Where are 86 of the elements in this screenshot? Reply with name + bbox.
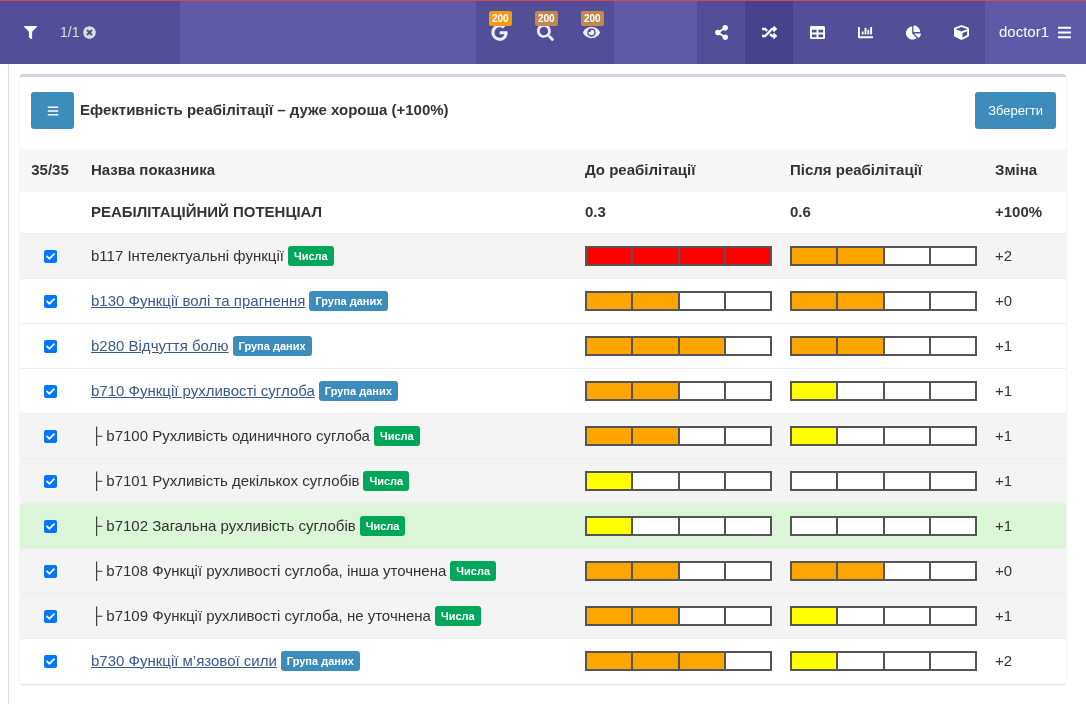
indicator-name: b7109 Функції рухливості суглоба, не уточнена — [106, 605, 431, 626]
share-icon — [713, 25, 729, 40]
change-value: +1 — [995, 470, 1013, 491]
checkbox[interactable] — [43, 654, 57, 668]
indicator-link[interactable]: b130 Функції волі та прагнення — [91, 289, 306, 313]
table-row[interactable]: ├ b7100 Рухливість одиничного суглоба Числа +1 — [20, 413, 1066, 458]
type-tag: Група даних — [280, 650, 360, 672]
tree-connector: ├ — [91, 605, 103, 628]
pie-chart-icon — [905, 25, 921, 40]
type-tag: Числа — [450, 560, 497, 582]
indicator-link[interactable]: b730 Функції м’язової сили — [91, 649, 277, 673]
tree-connector: ├ — [91, 560, 103, 583]
type-tag: Числа — [287, 245, 334, 267]
checkbox[interactable] — [43, 384, 57, 398]
count-badge: 200 — [581, 11, 604, 26]
table-row[interactable]: ├ b7108 Функції рухливості суглоба, інша уточнена Числа +0 — [20, 548, 1066, 593]
type-tag: Група даних — [232, 335, 312, 357]
save-button[interactable]: Зберегти — [975, 92, 1056, 129]
filter-count-button[interactable]: 1/1 — [60, 22, 97, 43]
checkbox[interactable] — [43, 564, 57, 578]
table-row[interactable]: ├ b7102 Загальна рухливість суглобів Числа +1 — [20, 503, 1066, 548]
checkbox[interactable] — [43, 249, 57, 263]
view-button[interactable] — [745, 1, 793, 64]
indicator-link[interactable]: b280 Відчуття болю — [91, 334, 229, 358]
clear-icon — [83, 26, 97, 39]
card-title: Ефективність реабілітації – дуже хороша (+100%) — [80, 100, 449, 120]
table-row[interactable]: b730 Функції м’язової сили Група даних +2 — [20, 638, 1066, 683]
change-value: +0 — [995, 560, 1013, 581]
change-value: +1 — [995, 425, 1013, 446]
type-tag: Група даних — [309, 290, 389, 312]
change-value: +0 — [995, 290, 1013, 311]
type-tag: Числа — [373, 425, 420, 447]
menu-button[interactable] — [31, 92, 74, 129]
table-row[interactable]: b117 Інтелектуальні функції Числа +2 — [20, 233, 1066, 278]
google-icon — [490, 24, 508, 41]
indicator-name: b7101 Рухливість декількох суглобів — [106, 470, 360, 491]
indicator-link[interactable]: b710 Функції рухливості суглоба — [91, 379, 315, 403]
menu-icon — [46, 104, 59, 117]
table-row[interactable]: ├ b7109 Функції рухливості суглоба, не уточнена Числа +1 — [20, 593, 1066, 638]
change-value: +1 — [995, 380, 1013, 401]
column-header: Назва показника — [90, 160, 217, 181]
table-row[interactable]: b280 Відчуття болю Група даних +1 — [20, 323, 1066, 368]
table-row[interactable]: ├ b7101 Рухливість декількох суглобів Числа +1 — [20, 458, 1066, 503]
indicator-name: b7108 Функції рухливості суглоба, інша уточнена — [106, 560, 447, 581]
shuffle-icon — [761, 25, 777, 40]
filter-icon — [23, 26, 37, 39]
column-header: Після реабілітації — [790, 160, 924, 181]
count-badge: 200 — [489, 11, 512, 26]
checkbox[interactable] — [43, 474, 57, 488]
checkbox[interactable] — [43, 429, 57, 443]
type-tag: Група даних — [318, 380, 398, 402]
table-row[interactable]: b130 Функції волі та прагнення Група даних +0 — [20, 278, 1066, 323]
indicator-name: b7100 Рухливість одиничного суглоба — [106, 425, 370, 446]
checkbox[interactable] — [43, 519, 57, 533]
summary-name: РЕАБІЛІТАЦІЙНИЙ ПОТЕНЦІАЛ — [90, 202, 324, 223]
checkbox[interactable] — [43, 294, 57, 308]
checkbox[interactable] — [43, 339, 57, 353]
tree-connector: ├ — [91, 425, 103, 448]
menu-icon — [1057, 25, 1072, 40]
eye-icon — [582, 24, 600, 41]
tree-connector: ├ — [91, 470, 103, 493]
change-value: +2 — [995, 245, 1013, 266]
cube-icon — [953, 25, 969, 40]
type-tag: Числа — [363, 470, 410, 492]
change-value: +2 — [995, 650, 1013, 671]
type-tag: Числа — [359, 515, 406, 537]
indicator-name: b117 Інтелектуальні функції — [91, 245, 284, 266]
summary-value: 0.3 — [585, 202, 607, 223]
change-value: +1 — [995, 335, 1013, 356]
change-value: +1 — [995, 605, 1013, 626]
tree-connector: ├ — [91, 515, 103, 538]
search-icon — [536, 24, 554, 41]
column-header: Зміна — [995, 160, 1038, 181]
user-menu-button[interactable]: doctor1 — [985, 1, 1086, 64]
count-badge: 200 — [535, 11, 558, 26]
summary-value: +100% — [995, 202, 1043, 223]
table-icon — [809, 25, 825, 40]
summary-value: 0.6 — [790, 202, 812, 223]
table-row[interactable]: b710 Функції рухливості суглоба Група даних +1 — [20, 368, 1066, 413]
checkbox[interactable] — [43, 609, 57, 623]
change-value: +1 — [995, 515, 1013, 536]
type-tag: Числа — [434, 605, 481, 627]
column-header: 35/35 — [30, 160, 70, 181]
indicator-name: b7102 Загальна рухливість суглобів — [106, 515, 356, 536]
column-header: До реабілітації — [585, 160, 697, 181]
bar-chart-icon — [857, 25, 873, 40]
